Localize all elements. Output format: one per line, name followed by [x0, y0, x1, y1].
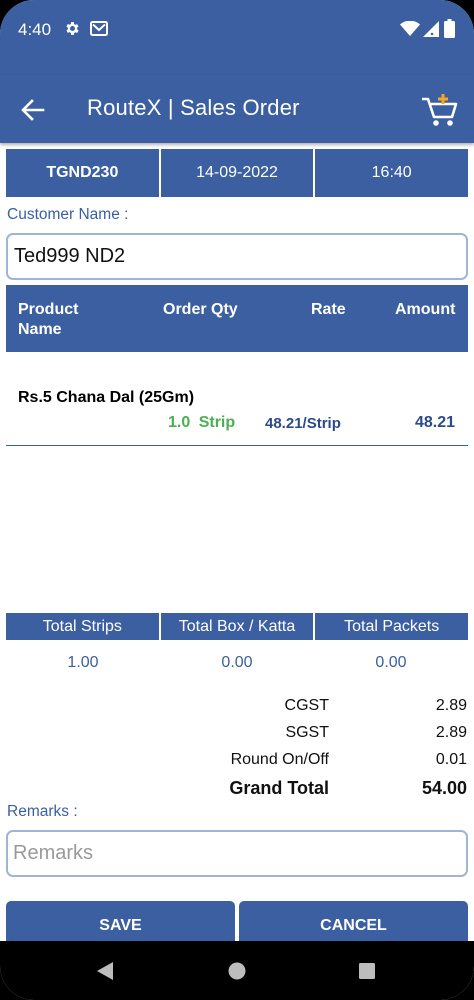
- nav-back-icon[interactable]: [97, 962, 113, 985]
- total-strips-header: Total Strips: [6, 613, 161, 640]
- gmail-icon: [90, 20, 108, 42]
- grand-total-label: Grand Total: [229, 778, 329, 798]
- order-date: 14-09-2022: [160, 149, 316, 197]
- wifi-icon: [400, 20, 420, 42]
- product-qty: 1.0 Strip: [168, 414, 236, 431]
- add-to-cart-icon[interactable]: [420, 91, 460, 129]
- header-order-qty: Order Qty: [163, 301, 238, 318]
- nav-recents-icon[interactable]: [359, 963, 375, 984]
- customer-name-field[interactable]: [6, 233, 468, 280]
- status-bar: 4:40: [0, 0, 474, 75]
- system-nav-bar: [0, 941, 474, 1000]
- total-packets-header: Total Packets: [315, 613, 469, 640]
- totals-header: Total Strips Total Box / Katta Total Pac…: [6, 613, 469, 640]
- header-rate: Rate: [311, 301, 346, 318]
- order-time: 16:40: [315, 149, 469, 197]
- table-row[interactable]: Rs.5 Chana Dal (25Gm) 1.0 Strip 48.21/St…: [6, 380, 468, 446]
- order-info-row: TGND230 14-09-2022 16:40: [6, 149, 469, 197]
- order-code: TGND230: [6, 149, 161, 197]
- page-title: RouteX | Sales Order: [87, 95, 300, 120]
- header-product-name: Product Name: [18, 301, 79, 338]
- grand-total-value: 54.00: [421, 778, 467, 798]
- total-strips-value: 1.00: [67, 654, 99, 671]
- header-amount: Amount: [395, 301, 456, 318]
- back-arrow-icon[interactable]: [18, 95, 48, 125]
- sgst-value: 2.89: [435, 724, 467, 741]
- sgst-label: SGST: [285, 724, 329, 741]
- save-button[interactable]: SAVE: [6, 901, 235, 941]
- gear-icon: [64, 20, 81, 42]
- product-amount: 48.21: [414, 414, 455, 431]
- cgst-label: CGST: [284, 697, 329, 714]
- total-packets-value: 0.00: [375, 654, 407, 671]
- status-time: 4:40: [18, 20, 52, 39]
- totals-values: 1.00 0.00 0.00: [6, 654, 468, 676]
- product-table-header: Product Name Order Qty Rate Amount: [6, 285, 468, 352]
- nav-home-icon[interactable]: [228, 962, 246, 985]
- battery-icon: [444, 19, 455, 43]
- round-value: 0.01: [435, 751, 467, 768]
- phone-screen: 4:40 RouteX | Sales Order TGND230 14-09-…: [0, 0, 474, 1000]
- total-box-header: Total Box / Katta: [160, 613, 316, 640]
- round-label: Round On/Off: [230, 751, 329, 768]
- remarks-label: Remarks :: [7, 803, 78, 820]
- customer-name-label: Customer Name :: [7, 206, 129, 223]
- app-bar: RouteX | Sales Order: [0, 75, 474, 143]
- product-name: Rs.5 Chana Dal (25Gm): [18, 389, 195, 406]
- cancel-button[interactable]: CANCEL: [239, 901, 468, 941]
- remarks-field[interactable]: [6, 830, 468, 877]
- total-box-value: 0.00: [221, 654, 253, 671]
- product-rate: 48.21/Strip: [265, 415, 341, 432]
- signal-icon: [423, 21, 439, 42]
- cgst-value: 2.89: [435, 697, 467, 714]
